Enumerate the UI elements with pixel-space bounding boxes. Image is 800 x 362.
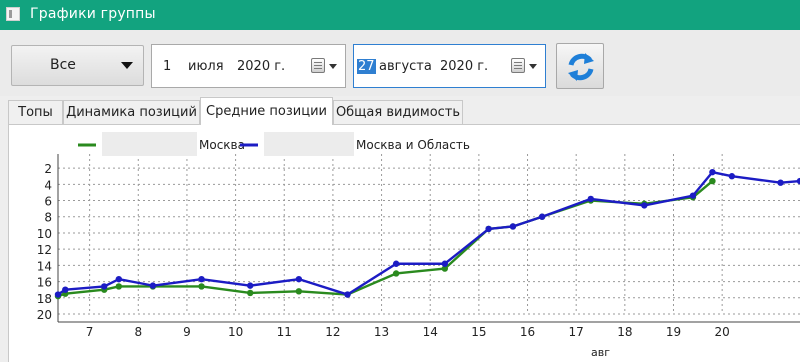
date-to-year[interactable]: 2020 г. xyxy=(440,59,488,74)
x-tick-label: 13 xyxy=(374,325,389,339)
tab-tops[interactable]: Топы xyxy=(8,100,63,124)
data-point xyxy=(115,283,123,290)
data-point xyxy=(709,168,716,176)
y-tick-label: 12 xyxy=(37,243,52,257)
data-point xyxy=(295,275,303,283)
date-to-day[interactable]: 27 xyxy=(357,59,376,74)
x-tick-label: 15 xyxy=(471,325,486,339)
y-tick-label: 8 xyxy=(44,211,52,225)
x-tick-label: 12 xyxy=(325,325,340,339)
tab-overall-visibility[interactable]: Общая видимость xyxy=(333,100,463,124)
date-from-day[interactable]: 1 xyxy=(163,59,171,74)
y-tick-label: 18 xyxy=(37,292,52,306)
x-tick-label: 20 xyxy=(715,325,730,339)
group-select-dropdown[interactable]: Все xyxy=(11,45,144,86)
y-tick-label: 6 xyxy=(44,195,52,209)
refresh-icon xyxy=(568,53,594,81)
data-point xyxy=(587,195,594,203)
data-point xyxy=(198,283,205,290)
legend-redacted-block xyxy=(264,132,354,156)
date-from-year[interactable]: 2020 г. xyxy=(237,59,285,74)
x-tick-label: 18 xyxy=(617,325,632,339)
data-point xyxy=(392,270,400,277)
toolbar: Все 1 июля 2020 г. 27 августа 2020 г. xyxy=(0,30,800,96)
app-window-icon xyxy=(6,7,20,21)
y-tick-label: 14 xyxy=(37,259,52,273)
data-point xyxy=(344,291,351,298)
average-positions-chart: 2 4 6 8 10 12 14 16 18 20 7 8 9 10 11 12 13 14 15 16 17 18 19 2… xyxy=(37,132,800,359)
calendar-icon[interactable] xyxy=(511,58,525,73)
title-bar: Графики группы xyxy=(0,0,800,30)
series-line xyxy=(57,180,714,298)
tab-average-positions[interactable]: Средние позиции xyxy=(200,97,333,125)
chevron-down-icon xyxy=(121,62,133,69)
data-point xyxy=(689,192,697,199)
chevron-down-icon[interactable] xyxy=(329,64,337,69)
legend-redacted-block xyxy=(102,132,197,156)
group-select-value: Все xyxy=(50,57,76,73)
x-tick-label: 14 xyxy=(423,325,438,339)
data-point xyxy=(198,275,205,283)
x-tick-label: 19 xyxy=(666,325,681,339)
chart-series xyxy=(54,168,800,300)
tab-bar: Топы Динамика позиций Средние позиции Об… xyxy=(0,97,800,125)
x-tick-label: 10 xyxy=(228,325,243,339)
data-point xyxy=(709,177,716,185)
data-point xyxy=(485,225,492,233)
data-point xyxy=(246,289,254,297)
chart-grid xyxy=(58,154,800,315)
data-point xyxy=(54,291,62,298)
data-point xyxy=(728,173,736,180)
data-point xyxy=(246,282,254,289)
y-tick-label: 4 xyxy=(44,178,52,192)
data-point xyxy=(295,288,303,295)
calendar-icon[interactable] xyxy=(311,58,325,73)
x-tick-label: 7 xyxy=(86,325,94,339)
x-tick-label: 11 xyxy=(277,325,292,339)
date-to-month[interactable]: августа xyxy=(379,59,432,74)
data-point xyxy=(101,283,108,290)
legend-label: Москва и Область xyxy=(356,138,470,152)
data-point xyxy=(538,213,546,220)
date-from-picker[interactable]: 1 июля 2020 г. xyxy=(151,44,346,88)
data-point xyxy=(392,260,400,267)
data-point xyxy=(62,286,69,293)
data-point xyxy=(149,282,157,289)
data-point xyxy=(777,179,784,186)
y-tick-label: 20 xyxy=(37,308,52,322)
date-from-month[interactable]: июля xyxy=(188,59,224,74)
window-title: Графики группы xyxy=(30,6,156,22)
date-to-picker[interactable]: 27 августа 2020 г. xyxy=(353,44,546,88)
x-tick-label: 17 xyxy=(569,325,584,339)
data-point xyxy=(115,275,123,283)
y-tick-label: 16 xyxy=(37,276,52,290)
data-point xyxy=(641,202,648,209)
x-tick-label: 8 xyxy=(134,325,142,339)
refresh-button[interactable] xyxy=(556,43,604,89)
y-tick-label: 10 xyxy=(37,227,52,241)
y-tick-label: 2 xyxy=(44,162,52,176)
data-point xyxy=(509,223,517,230)
data-point xyxy=(441,260,449,267)
chevron-down-icon[interactable] xyxy=(529,64,537,69)
x-axis-label: авг xyxy=(591,346,610,359)
chart-legend: Москва Москва и Область xyxy=(78,132,470,156)
legend-label: Москва xyxy=(199,138,245,152)
x-tick-label: 9 xyxy=(183,325,191,339)
x-tick-label: 16 xyxy=(520,325,535,339)
tab-position-dynamics[interactable]: Динамика позиций xyxy=(63,100,200,124)
